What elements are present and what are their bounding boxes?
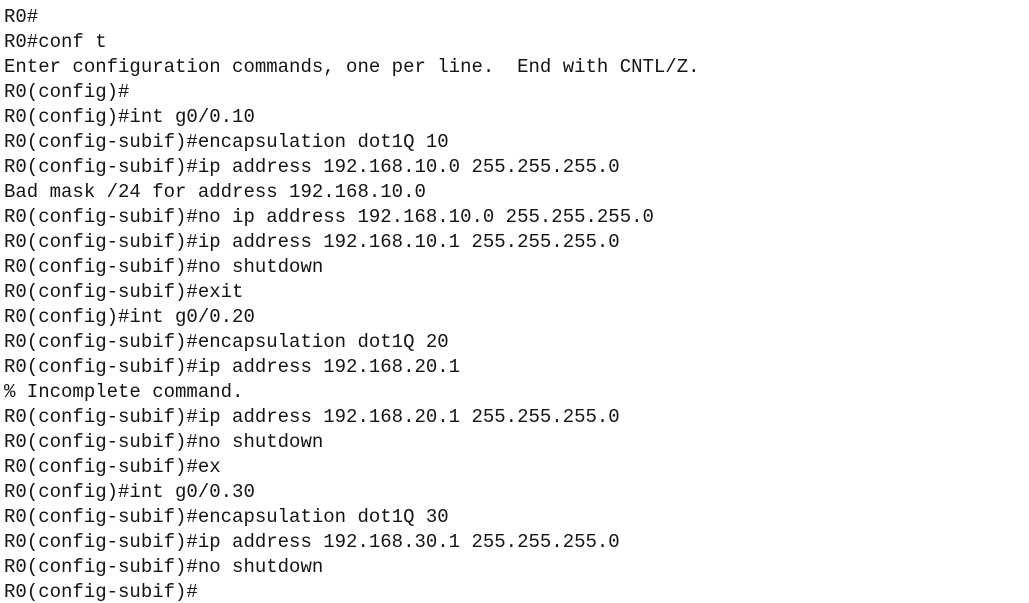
terminal-line: R0(config)# [4,81,130,103]
terminal-line: Bad mask /24 for address 192.168.10.0 [4,181,426,203]
terminal-line: R0(config)#int g0/0.10 [4,106,255,128]
terminal-line: R0(config-subif)#no shutdown [4,431,324,453]
terminal-line: R0(config-subif)#ip address 192.168.20.1 [4,356,461,378]
terminal-line: R0(config-subif)#encapsulation dot1Q 30 [4,506,449,528]
terminal-line: R0(config-subif)#encapsulation dot1Q 10 [4,131,449,153]
terminal-line: % Incomplete command. [4,381,244,403]
terminal-line: R0(config)#int g0/0.30 [4,481,255,503]
terminal-line: R0(config-subif)#encapsulation dot1Q 20 [4,331,449,353]
terminal-line: R0#conf t [4,31,107,53]
terminal-line: R0(config)#int g0/0.20 [4,306,255,328]
terminal-line: R0# [4,6,39,28]
terminal-line: R0(config-subif)#no shutdown [4,256,324,278]
terminal-line: R0(config-subif)#ip address 192.168.30.1… [4,531,620,553]
terminal-line: Enter configuration commands, one per li… [4,56,700,78]
terminal-line: R0(config-subif)#ex [4,456,221,478]
terminal-line: R0(config-subif)#no ip address 192.168.1… [4,206,654,228]
cli-terminal[interactable]: R0# R0#conf t Enter configuration comman… [0,0,1029,603]
terminal-line: R0(config-subif)#ip address 192.168.20.1… [4,406,620,428]
terminal-line: R0(config-subif)#no shutdown [4,556,324,578]
terminal-prompt-line[interactable]: R0(config-subif)# [4,580,1029,603]
terminal-line: R0(config-subif)#ip address 192.168.10.1… [4,231,620,253]
terminal-line: R0(config-subif)#exit [4,281,244,303]
terminal-line: R0(config-subif)#ip address 192.168.10.0… [4,156,620,178]
